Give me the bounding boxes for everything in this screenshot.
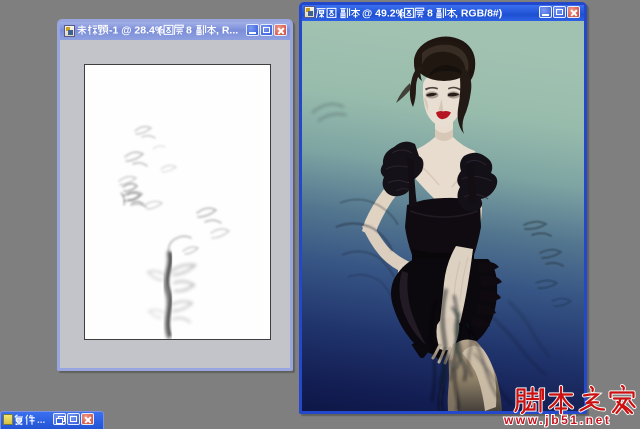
svg-text:www.jb51.net: www.jb51.net: [503, 413, 611, 427]
svg-text:(: (: [158, 25, 162, 37]
svg-text:8: 8: [427, 8, 433, 20]
svg-text:...: ...: [37, 415, 46, 426]
svg-text:8: 8: [186, 25, 192, 37]
svg-text:, RGB/8#): , RGB/8#): [455, 8, 502, 20]
svg-text:(: (: [399, 8, 403, 20]
svg-text:-1 @ 28.4%: -1 @ 28.4%: [109, 25, 165, 37]
svg-text:, R...: , R...: [216, 25, 238, 37]
